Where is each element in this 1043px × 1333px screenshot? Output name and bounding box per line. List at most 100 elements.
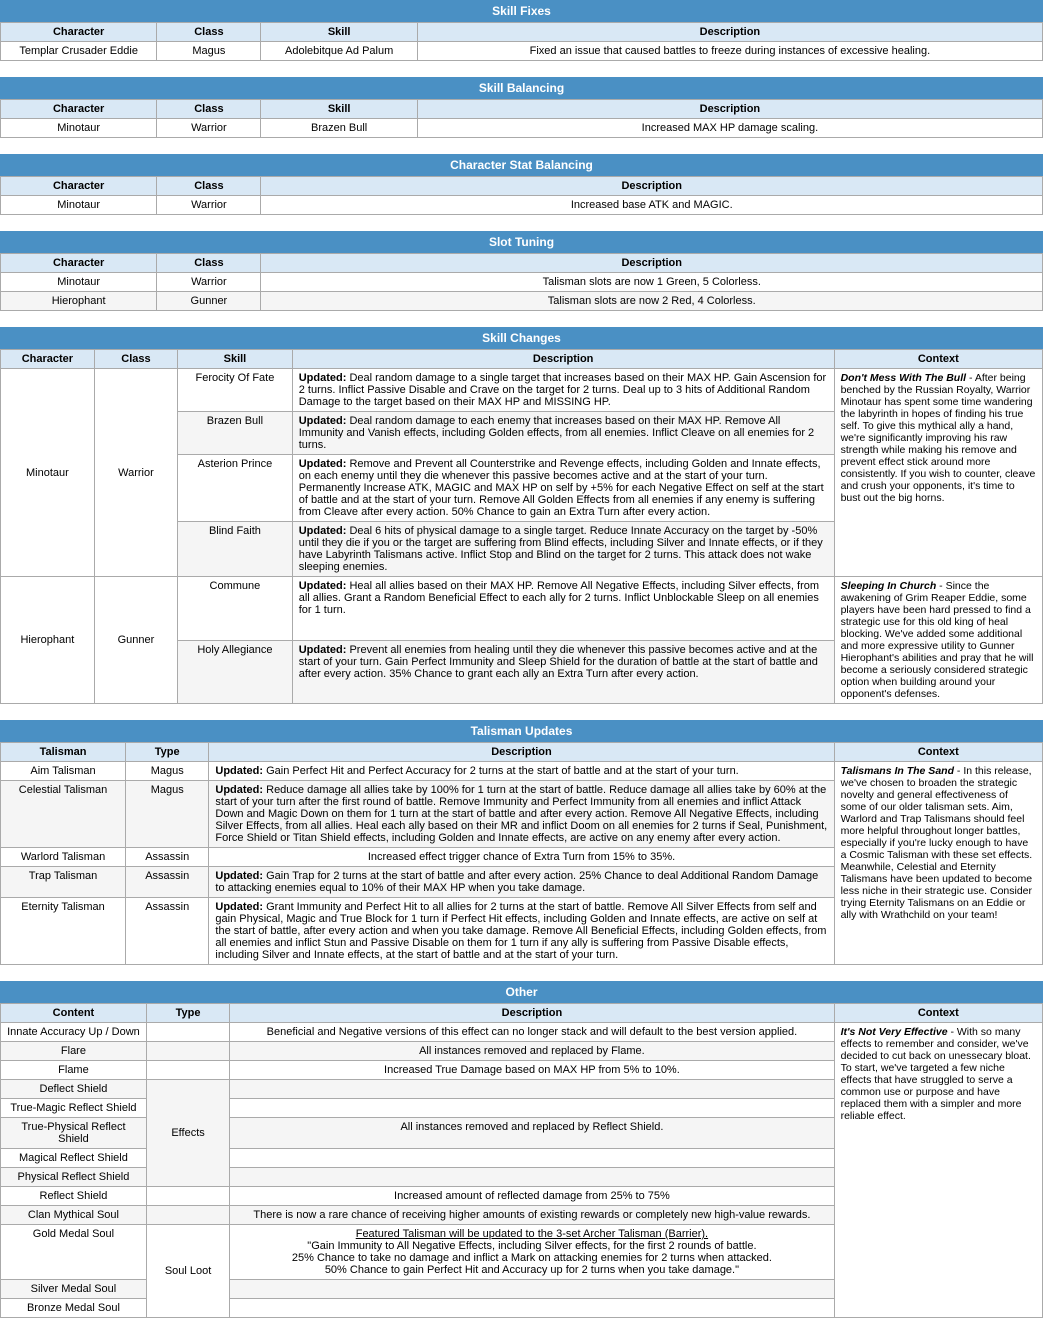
cell-description	[230, 1280, 834, 1299]
cell-description: Increased MAX HP damage scaling.	[417, 119, 1042, 138]
th-character: Character	[1, 23, 157, 42]
th-content: Content	[1, 1004, 147, 1023]
th-description: Description	[261, 177, 1043, 196]
th-description: Description	[292, 350, 834, 369]
cell-description: Increased amount of reflected damage fro…	[230, 1187, 834, 1206]
table-row: Innate Accuracy Up / Down Beneficial and…	[1, 1023, 1043, 1042]
cell-content: Gold Medal Soul	[1, 1225, 147, 1280]
th-context: Context	[834, 350, 1042, 369]
cell-content: Physical Reflect Shield	[1, 1168, 147, 1187]
skill-balancing-table: Character Class Skill Description Minota…	[0, 99, 1043, 138]
cell-description: Beneficial and Negative versions of this…	[230, 1023, 834, 1042]
th-skill: Skill	[178, 350, 293, 369]
skill-fixes-table: Character Class Skill Description Templa…	[0, 22, 1043, 61]
cell-content: Clan Mythical Soul	[1, 1206, 147, 1225]
table-row: Aim Talisman Magus Updated: Gain Perfect…	[1, 762, 1043, 781]
cell-content: Bronze Medal Soul	[1, 1299, 147, 1318]
char-stat-table: Character Class Description Minotaur War…	[0, 176, 1043, 215]
cell-type	[146, 1042, 229, 1061]
cell-content: True-Physical Reflect Shield	[1, 1118, 147, 1149]
skill-balancing-section: Skill Balancing Character Class Skill De…	[0, 77, 1043, 138]
cell-content: Flame	[1, 1061, 147, 1080]
cell-context: Talismans In The Sand - In this release,…	[834, 762, 1042, 965]
cell-description	[230, 1168, 834, 1187]
talisman-updates-table: Talisman Type Description Context Aim Ta…	[0, 742, 1043, 965]
cell-character: Minotaur	[1, 369, 95, 577]
cell-talisman: Eternity Talisman	[1, 898, 126, 965]
char-stat-header: Character Stat Balancing	[0, 154, 1043, 176]
th-context: Context	[834, 743, 1042, 762]
other-header: Other	[0, 981, 1043, 1003]
cell-talisman: Aim Talisman	[1, 762, 126, 781]
cell-character: Templar Crusader Eddie	[1, 42, 157, 61]
cell-content: Deflect Shield	[1, 1080, 147, 1099]
cell-description: Updated: Deal random damage to a single …	[292, 369, 834, 412]
cell-description: Talisman slots are now 1 Green, 5 Colorl…	[261, 273, 1043, 292]
cell-description	[230, 1080, 834, 1099]
cell-description	[230, 1099, 834, 1118]
th-description: Description	[230, 1004, 834, 1023]
cell-class: Gunner	[94, 577, 177, 704]
cell-context: Don't Mess With The Bull - After being b…	[834, 369, 1042, 577]
talisman-updates-section: Talisman Updates Talisman Type Descripti…	[0, 720, 1043, 965]
char-stat-balancing-section: Character Stat Balancing Character Class…	[0, 154, 1043, 215]
th-skill: Skill	[261, 23, 417, 42]
cell-character: Minotaur	[1, 273, 157, 292]
th-skill: Skill	[261, 100, 417, 119]
cell-type: Magus	[126, 781, 209, 848]
cell-skill: Brazen Bull	[178, 412, 293, 455]
cell-description: There is now a rare chance of receiving …	[230, 1206, 834, 1225]
cell-description: Updated: Deal random damage to each enem…	[292, 412, 834, 455]
skill-fixes-header: Skill Fixes	[0, 0, 1043, 22]
th-description: Description	[209, 743, 834, 762]
cell-type: Assassin	[126, 867, 209, 898]
other-table: Content Type Description Context Innate …	[0, 1003, 1043, 1318]
cell-character: Minotaur	[1, 119, 157, 138]
cell-type	[146, 1206, 229, 1225]
cell-description: Talisman slots are now 2 Red, 4 Colorles…	[261, 292, 1043, 311]
table-row: Minotaur Warrior Brazen Bull Increased M…	[1, 119, 1043, 138]
skill-changes-table: Character Class Skill Description Contex…	[0, 349, 1043, 704]
skill-fixes-section: Skill Fixes Character Class Skill Descri…	[0, 0, 1043, 61]
cell-context: Sleeping In Church - Since the awakening…	[834, 577, 1042, 704]
skill-balancing-header: Skill Balancing	[0, 77, 1043, 99]
cell-description: Updated: Prevent all enemies from healin…	[292, 640, 834, 704]
th-type: Type	[126, 743, 209, 762]
th-character: Character	[1, 350, 95, 369]
cell-class: Magus	[157, 42, 261, 61]
cell-skill: Brazen Bull	[261, 119, 417, 138]
cell-content: Flare	[1, 1042, 147, 1061]
th-class: Class	[157, 177, 261, 196]
cell-description: Updated: Reduce damage all allies take b…	[209, 781, 834, 848]
cell-content: True-Magic Reflect Shield	[1, 1099, 147, 1118]
cell-character: Hierophant	[1, 577, 95, 704]
cell-character: Hierophant	[1, 292, 157, 311]
cell-content: Reflect Shield	[1, 1187, 147, 1206]
th-type: Type	[146, 1004, 229, 1023]
th-context: Context	[834, 1004, 1042, 1023]
th-description: Description	[261, 254, 1043, 273]
table-row: Hierophant Gunner Commune Updated: Heal …	[1, 577, 1043, 641]
cell-type	[146, 1061, 229, 1080]
cell-description: Updated: Heal all allies based on their …	[292, 577, 834, 641]
cell-type	[146, 1187, 229, 1206]
cell-description: Increased True Damage based on MAX HP fr…	[230, 1061, 834, 1080]
cell-type: Assassin	[126, 848, 209, 867]
cell-description: Updated: Remove and Prevent all Counters…	[292, 455, 834, 522]
cell-content: Magical Reflect Shield	[1, 1149, 147, 1168]
cell-description: All instances removed and replaced by Re…	[230, 1118, 834, 1149]
cell-skill: Ferocity Of Fate	[178, 369, 293, 412]
cell-character: Minotaur	[1, 196, 157, 215]
cell-description: Increased effect trigger chance of Extra…	[209, 848, 834, 867]
cell-type: Magus	[126, 762, 209, 781]
slot-tuning-header: Slot Tuning	[0, 231, 1043, 253]
cell-description: Fixed an issue that caused battles to fr…	[417, 42, 1042, 61]
cell-skill: Blind Faith	[178, 522, 293, 577]
cell-description	[230, 1299, 834, 1318]
th-character: Character	[1, 254, 157, 273]
th-class: Class	[157, 100, 261, 119]
cell-skill: Asterion Prince	[178, 455, 293, 522]
slot-tuning-section: Slot Tuning Character Class Description …	[0, 231, 1043, 311]
cell-description: Updated: Grant Immunity and Perfect Hit …	[209, 898, 834, 965]
cell-description: All instances removed and replaced by Fl…	[230, 1042, 834, 1061]
